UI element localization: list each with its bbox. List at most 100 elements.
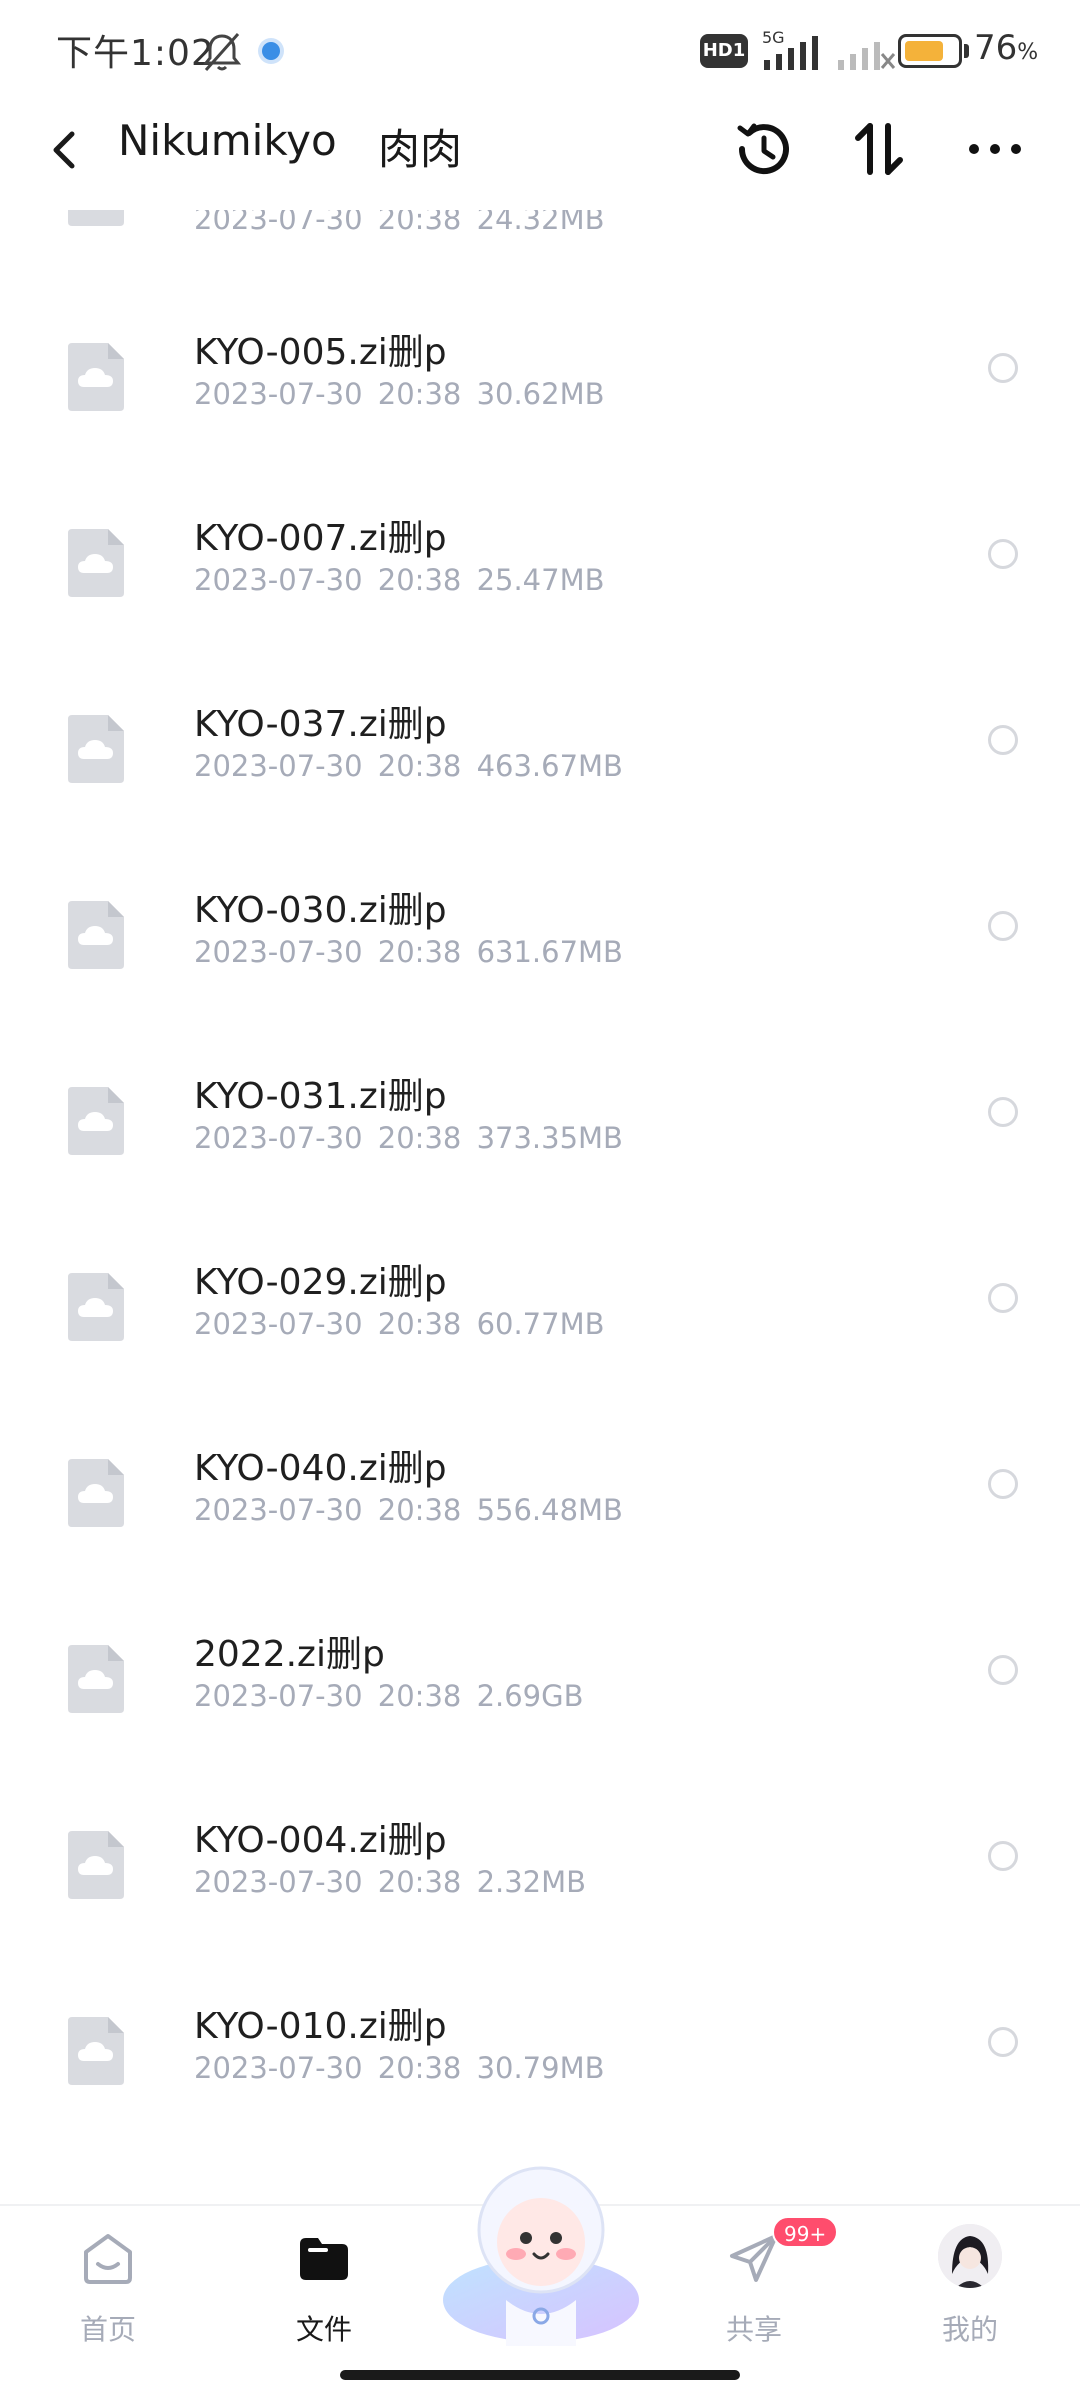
- file-name: KYO-029.zi删p: [194, 1262, 447, 1303]
- file-row[interactable]: KYO-029.zi删p 2023-07-30 20:38 60.77MB: [0, 1235, 1080, 1421]
- battery-level: [905, 41, 943, 61]
- file-row[interactable]: KYO-030.zi删p 2023-07-30 20:38 631.67MB: [0, 863, 1080, 1049]
- file-date: 2023-07-30: [194, 1121, 363, 1155]
- file-row[interactable]: 2023-07-30 20:38 24.32MB: [0, 210, 1080, 305]
- file-name: KYO-030.zi删p: [194, 890, 447, 931]
- select-radio[interactable]: [988, 539, 1018, 569]
- file-meta: 2023-07-30 20:38 631.67MB: [194, 935, 623, 969]
- mascot-assistant-icon[interactable]: [436, 2150, 646, 2350]
- file-meta: 2023-07-30 20:38 30.62MB: [194, 377, 605, 411]
- file-time: 20:38: [377, 563, 462, 597]
- file-time: 20:38: [377, 210, 462, 236]
- cloud-file-icon: [68, 901, 124, 969]
- file-time: 20:38: [377, 1307, 462, 1341]
- share-count-badge: 99+: [772, 2216, 839, 2248]
- home-indicator: [340, 2370, 740, 2380]
- home-face-icon: [84, 2234, 132, 2284]
- folder-icon: [300, 2238, 348, 2280]
- more-horizontal-icon[interactable]: [960, 114, 1030, 184]
- cloud-file-icon: [68, 210, 124, 226]
- status-bar: 下午1:02 HD1 5G 76%: [0, 0, 1080, 100]
- cloud-file-icon: [68, 1087, 124, 1155]
- file-list: 2023-07-30 20:38 24.32MB KYO-005.zi删p 20…: [0, 210, 1080, 2205]
- file-time: 20:38: [377, 1493, 462, 1527]
- cloud-file-icon: [68, 715, 124, 783]
- file-meta: 2023-07-30 20:38 556.48MB: [194, 1493, 623, 1527]
- file-size: 60.77MB: [476, 1307, 605, 1341]
- file-name: KYO-010.zi删p: [194, 2006, 447, 2047]
- select-radio[interactable]: [988, 2027, 1018, 2057]
- file-name: 2022.zi删p: [194, 1634, 385, 1675]
- file-name: KYO-031.zi删p: [194, 1076, 447, 1117]
- file-time: 20:38: [377, 1121, 462, 1155]
- battery-percent: 76: [974, 28, 1018, 68]
- status-time: 下午1:02: [56, 33, 215, 74]
- signal-secondary-icon: [838, 42, 896, 70]
- file-meta: 2023-07-30 20:38 30.79MB: [194, 2051, 605, 2085]
- file-row[interactable]: KYO-007.zi删p 2023-07-30 20:38 25.47MB: [0, 491, 1080, 677]
- cloud-file-icon: [68, 1645, 124, 1713]
- top-app-bar: Nikumikyo 肉肉: [0, 100, 1080, 210]
- file-date: 2023-07-30: [194, 749, 363, 783]
- file-time: 20:38: [377, 377, 462, 411]
- file-time: 20:38: [377, 749, 462, 783]
- file-meta: 2023-07-30 20:38 2.69GB: [194, 1679, 584, 1713]
- file-size: 556.48MB: [476, 1493, 623, 1527]
- file-row[interactable]: KYO-031.zi删p 2023-07-30 20:38 373.35MB: [0, 1049, 1080, 1235]
- select-radio[interactable]: [988, 911, 1018, 941]
- select-radio[interactable]: [988, 353, 1018, 383]
- file-date: 2023-07-30: [194, 1865, 363, 1899]
- page-title: Nikumikyo: [118, 116, 337, 165]
- nav-home-label: 首页: [79, 2313, 136, 2346]
- signal-icon: [764, 36, 818, 70]
- file-date: 2023-07-30: [194, 935, 363, 969]
- chevron-left-icon[interactable]: [40, 120, 90, 180]
- select-radio[interactable]: [988, 1283, 1018, 1313]
- select-radio[interactable]: [988, 1097, 1018, 1127]
- history-icon[interactable]: [728, 114, 798, 184]
- file-date: 2023-07-30: [194, 563, 363, 597]
- file-meta: 2023-07-30 20:38 2.32MB: [194, 1865, 586, 1899]
- file-meta: 2023-07-30 20:38 373.35MB: [194, 1121, 623, 1155]
- cloud-file-icon: [68, 1831, 124, 1899]
- file-date: 2023-07-30: [194, 1493, 363, 1527]
- file-meta: 2023-07-30 20:38 25.47MB: [194, 563, 605, 597]
- file-size: 463.67MB: [476, 749, 623, 783]
- file-row[interactable]: KYO-037.zi删p 2023-07-30 20:38 463.67MB: [0, 677, 1080, 863]
- file-row[interactable]: KYO-004.zi删p 2023-07-30 20:38 2.32MB: [0, 1793, 1080, 1979]
- nav-files-label: 文件: [295, 2313, 352, 2346]
- select-radio[interactable]: [988, 1841, 1018, 1871]
- file-name: KYO-037.zi删p: [194, 704, 447, 745]
- select-radio[interactable]: [988, 1469, 1018, 1499]
- folder-name: 肉肉: [378, 125, 463, 174]
- bell-muted-icon: [202, 33, 242, 71]
- battery-icon: [898, 34, 962, 68]
- file-row[interactable]: 2022.zi删p 2023-07-30 20:38 2.69GB: [0, 1607, 1080, 1793]
- select-radio[interactable]: [988, 1655, 1018, 1685]
- file-time: 20:38: [377, 1679, 462, 1713]
- file-size: 373.35MB: [476, 1121, 623, 1155]
- nav-me[interactable]: 我的: [890, 2218, 1050, 2368]
- file-meta: 2023-07-30 20:38 24.32MB: [194, 210, 605, 236]
- cloud-file-icon: [68, 2017, 124, 2085]
- hd-badge: HD1: [700, 34, 748, 68]
- nav-share-label: 共享: [725, 2313, 782, 2346]
- nav-home[interactable]: 首页: [28, 2218, 188, 2368]
- file-name: KYO-040.zi删p: [194, 1448, 447, 1489]
- file-size: 30.62MB: [476, 377, 605, 411]
- nav-files[interactable]: 文件: [244, 2218, 404, 2368]
- file-row[interactable]: KYO-005.zi删p 2023-07-30 20:38 30.62MB: [0, 305, 1080, 491]
- file-size: 30.79MB: [476, 2051, 605, 2085]
- file-date: 2023-07-30: [194, 1307, 363, 1341]
- select-radio[interactable]: [988, 725, 1018, 755]
- file-row[interactable]: KYO-040.zi删p 2023-07-30 20:38 556.48MB: [0, 1421, 1080, 1607]
- file-row[interactable]: KYO-010.zi删p 2023-07-30 20:38 30.79MB: [0, 1979, 1080, 2165]
- file-time: 20:38: [377, 1865, 462, 1899]
- file-size: 24.32MB: [476, 210, 605, 236]
- nav-share[interactable]: 99+ 共享: [674, 2216, 839, 2368]
- file-meta: 2023-07-30 20:38 60.77MB: [194, 1307, 605, 1341]
- sort-icon[interactable]: [844, 114, 914, 184]
- cloud-file-icon: [68, 529, 124, 597]
- file-date: 2023-07-30: [194, 2051, 363, 2085]
- cloud-file-icon: [68, 1459, 124, 1527]
